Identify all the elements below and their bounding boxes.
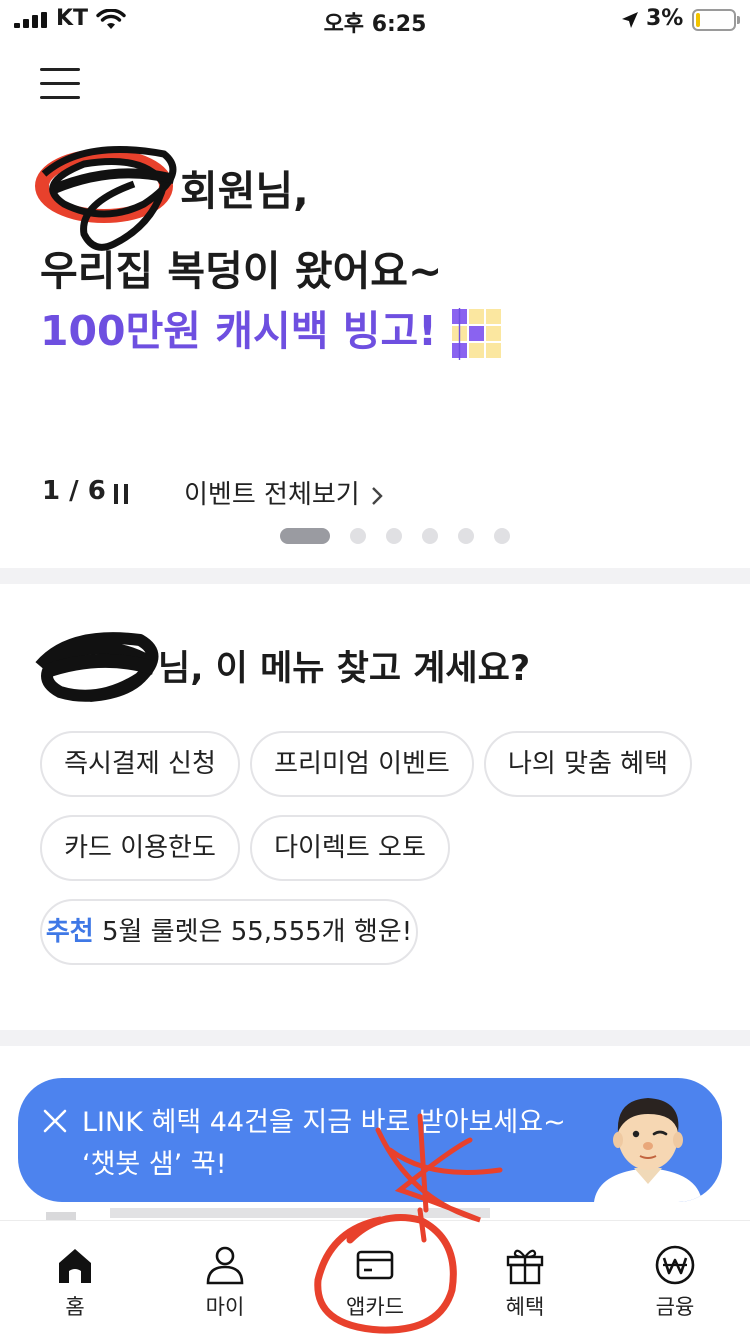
chatbot-banner[interactable]: LINK 혜택 44건을 지금 바로 받아보세요~ ‘챗봇 샘’ 꾹! xyxy=(18,1078,722,1202)
battery-icon xyxy=(692,9,740,31)
bottom-tab-bar: 홈 마이 앱카드 혜택 금융 xyxy=(0,1220,750,1334)
hero-greeting: 회원님, xyxy=(40,162,720,220)
chip-instant-payment[interactable]: 즉시결제 신청 xyxy=(40,731,240,797)
person-icon xyxy=(206,1246,244,1285)
redacted-name xyxy=(40,646,158,694)
won-icon xyxy=(655,1245,695,1285)
card-icon xyxy=(356,1250,394,1280)
hero-headline: 우리집 복덩이 왔어요~ xyxy=(40,247,443,295)
chatbot-avatar-icon xyxy=(594,1098,702,1202)
chatbot-message-line2: ‘챗봇 샘’ 꾹! xyxy=(82,1149,227,1180)
carousel-dot[interactable] xyxy=(386,528,402,544)
carousel-dot[interactable] xyxy=(458,528,474,544)
chevron-right-icon xyxy=(372,486,383,505)
tab-my[interactable]: 마이 xyxy=(150,1221,300,1334)
chip-custom-benefit[interactable]: 나의 맞춤 혜택 xyxy=(484,731,692,797)
obscured-list-text xyxy=(110,1208,490,1218)
tab-finance[interactable]: 금융 xyxy=(600,1221,750,1334)
tab-benefit[interactable]: 혜택 xyxy=(450,1221,600,1334)
location-arrow-icon xyxy=(622,12,638,28)
recommend-tag: 추천 xyxy=(45,917,94,947)
hamburger-menu-button[interactable] xyxy=(40,68,80,100)
carousel-dot-active[interactable] xyxy=(280,528,330,544)
hero-greeting-suffix: 회원님, xyxy=(180,167,309,215)
all-events-label: 이벤트 전체보기 xyxy=(184,480,360,510)
gift-icon xyxy=(506,1249,544,1285)
chatbot-message-line1: LINK 혜택 44건을 지금 바로 받아보세요~ xyxy=(82,1107,566,1138)
section-divider xyxy=(0,568,750,584)
recommend-text: 5월 룰렛은 55,555개 행운! xyxy=(101,917,413,947)
pause-icon[interactable] xyxy=(114,484,130,504)
tab-app-card-label: 앱카드 xyxy=(346,1295,404,1319)
battery-percent: 3% xyxy=(646,6,684,31)
close-icon[interactable] xyxy=(42,1108,68,1134)
carousel-dot[interactable] xyxy=(422,528,438,544)
tab-app-card[interactable]: 앱카드 xyxy=(300,1221,450,1334)
tab-benefit-label: 혜택 xyxy=(505,1295,545,1319)
chip-recommend-roulette[interactable]: 추천 5월 룰렛은 55,555개 행운! xyxy=(40,899,418,965)
home-icon xyxy=(59,1249,91,1283)
hero-promo: 100만원 캐시백 빙고! xyxy=(40,302,720,360)
menu-suggestion-title: 님, 이 메뉴 찾고 계세요? xyxy=(40,640,530,694)
chip-direct-auto[interactable]: 다이렉트 오토 xyxy=(250,815,450,881)
redacted-name xyxy=(40,169,180,219)
carousel-dot[interactable] xyxy=(494,528,510,544)
chip-card-limit[interactable]: 카드 이용한도 xyxy=(40,815,240,881)
menu-suggestion-text: 님, 이 메뉴 찾고 계세요? xyxy=(158,649,531,689)
tab-my-label: 마이 xyxy=(205,1295,245,1319)
tab-home[interactable]: 홈 xyxy=(0,1221,150,1334)
status-bar: KT 오후 6:25 3% xyxy=(0,0,750,40)
hero-banner[interactable]: 회원님, 우리집 복덩이 왔어요~ 100만원 캐시백 빙고! xyxy=(40,162,720,360)
tab-finance-label: 금융 xyxy=(655,1295,695,1319)
hero-promo-text: 100만원 캐시백 빙고! xyxy=(40,307,437,355)
bingo-grid-icon xyxy=(451,308,501,360)
chip-premium-event[interactable]: 프리미엄 이벤트 xyxy=(250,731,474,797)
carousel-dot[interactable] xyxy=(350,528,366,544)
tab-home-label: 홈 xyxy=(65,1295,85,1319)
carousel-pager: 1 / 6 xyxy=(42,476,106,506)
all-events-link[interactable]: 이벤트 전체보기 xyxy=(184,474,384,511)
section-divider xyxy=(0,1030,750,1046)
